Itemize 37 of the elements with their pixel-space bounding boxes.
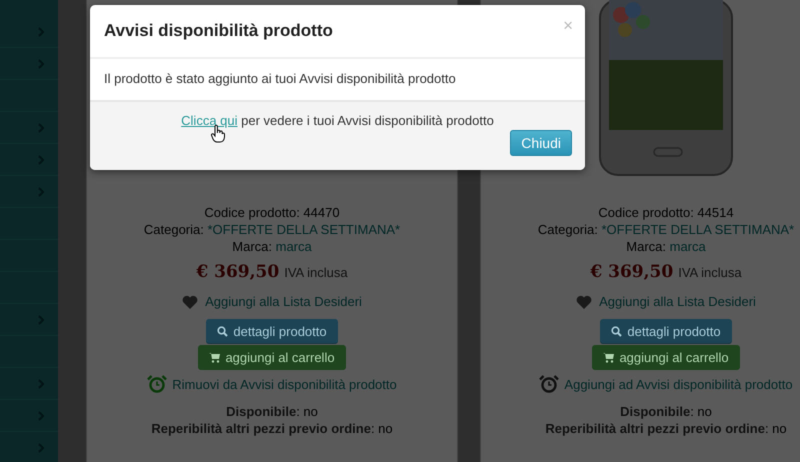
category-text: Categoria: *OFFERTE DELLA SETTIMANA* (144, 221, 400, 238)
availability-text: Disponibile: no (620, 403, 712, 420)
category-link[interactable]: *OFFERTE DELLA SETTIMANA* (207, 222, 400, 237)
reorder-text: Reperibilità altri pezzi previo ordine: no (151, 420, 393, 437)
brand-text: Marca: marca (232, 238, 312, 255)
add-to-cart-button[interactable]: aggiungi al carrello (592, 345, 740, 370)
category-text: Categoria: *OFFERTE DELLA SETTIMANA* (538, 221, 794, 238)
vat-note: IVA inclusa (284, 265, 348, 280)
product-code: Codice prodotto: 44514 (598, 204, 734, 221)
heart-icon (576, 294, 592, 308)
details-button[interactable]: dettagli prodotto (206, 319, 338, 344)
brand-text: Marca: marca (626, 238, 706, 255)
vat-note: IVA inclusa (678, 265, 742, 280)
close-dialog-button[interactable]: Chiudi (510, 130, 572, 156)
close-button[interactable]: × (563, 17, 573, 34)
category-link[interactable]: *OFFERTE DELLA SETTIMANA* (601, 222, 794, 237)
details-button[interactable]: dettagli prodotto (600, 319, 732, 344)
cart-icon (603, 352, 614, 363)
search-icon (217, 326, 228, 336)
price: € 369,50 (196, 262, 280, 282)
cart-icon (209, 352, 220, 363)
availability-alert-link[interactable]: Rimuovi da Avvisi disponibilità prodotto (172, 376, 397, 392)
reorder-text: Reperibilità altri pezzi previo ordine: no (545, 420, 787, 437)
product-code: Codice prodotto: 44470 (204, 204, 340, 221)
availability-alert-link[interactable]: Aggiungi ad Avvisi disponibilità prodotto (564, 376, 793, 392)
search-icon (611, 326, 622, 336)
brand-link[interactable]: marca (276, 239, 312, 254)
brand-link[interactable]: marca (670, 239, 706, 254)
wishlist-link[interactable]: Aggiungi alla Lista Desideri (599, 294, 756, 309)
modal-footer-text: Clicca qui per vedere i tuoi Avvisi disponibilità prodotto (181, 113, 494, 128)
heart-icon (182, 294, 198, 308)
add-to-cart-button[interactable]: aggiungi al carrello (198, 345, 346, 370)
link[interactable]: Clicca qui (181, 113, 238, 128)
availability-text: Disponibile: no (226, 403, 318, 420)
modal-title: Avvisi disponibilità prodotto (104, 21, 333, 41)
wishlist-link[interactable]: Aggiungi alla Lista Desideri (205, 294, 362, 309)
price: € 369,50 (590, 262, 674, 282)
